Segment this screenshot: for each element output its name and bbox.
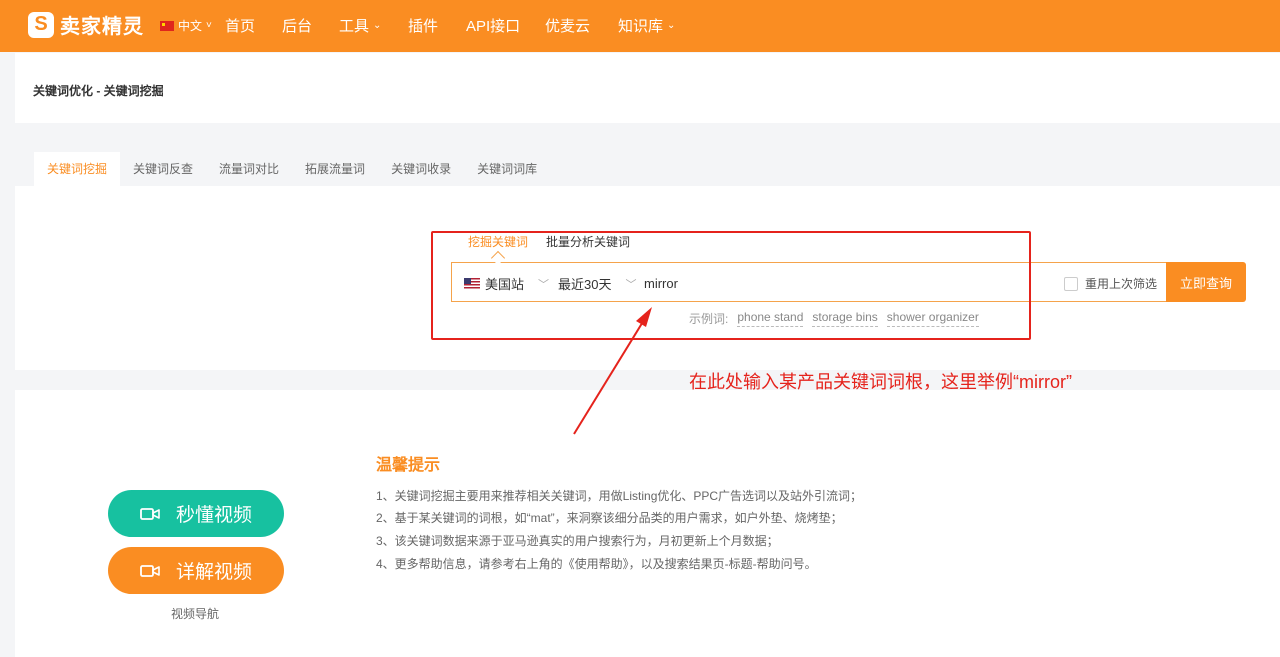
nav-home[interactable]: 首页: [225, 15, 255, 36]
logo-icon: S: [28, 11, 54, 38]
reuse-filter-checkbox[interactable]: 重用上次筛选: [1064, 275, 1157, 292]
quick-video-button[interactable]: 秒懂视频: [108, 490, 284, 537]
nav-plugins[interactable]: 插件: [408, 15, 438, 36]
tab-keyword-reverse[interactable]: 关键词反查: [120, 152, 206, 186]
tip-item: 4、更多帮助信息，请参考右上角的《使用帮助》，以及搜索结果页-标题-帮助问号。: [376, 557, 817, 571]
reuse-filter-label: 重用上次筛选: [1085, 277, 1158, 291]
nav-tools[interactable]: 工具 ⌄: [339, 15, 381, 36]
tool-tabs: 关键词挖掘 关键词反查 流量词对比 拓展流量词 关键词收录 关键词词库: [34, 152, 550, 186]
video-nav-label: 视频导航: [171, 607, 220, 621]
chevron-down-icon: ˅: [206, 20, 212, 31]
chevron-down-icon: ⌄: [667, 20, 676, 31]
language-label: 中文: [178, 19, 203, 33]
logo-text: 卖家精灵: [60, 16, 144, 38]
tip-item: 2、基于某关键词的词根，如“mat”，来洞察该细分品类的用户需求，如户外垫、烧烤…: [376, 511, 843, 525]
checkbox-icon: [1064, 276, 1078, 291]
tips-title: 温馨提示: [376, 457, 441, 474]
query-button[interactable]: 立即查询: [1166, 262, 1246, 302]
tab-keyword-library[interactable]: 关键词词库: [464, 152, 550, 186]
nav-api[interactable]: API接口: [466, 15, 520, 36]
breadcrumb-panel: 关键词优化 - 关键词挖掘: [15, 53, 1280, 123]
tip-item: 3、该关键词数据来源于亚马逊真实的用户搜索行为，月初更新上个月数据；: [376, 534, 779, 548]
breadcrumb: 关键词优化 - 关键词挖掘: [33, 84, 164, 98]
tab-expand-traffic[interactable]: 拓展流量词: [292, 152, 378, 186]
quick-video-label: 秒懂视频: [175, 505, 252, 526]
nav-backend[interactable]: 后台: [282, 15, 312, 36]
tab-keyword-index[interactable]: 关键词收录: [378, 152, 464, 186]
chevron-down-icon: ⌄: [373, 20, 382, 31]
annotation-text: 在此处输入某产品关键词词根，这里举例“mirror”: [689, 372, 1072, 392]
detail-video-label: 详解视频: [175, 562, 252, 583]
annotation-highlight-box: [431, 231, 1031, 340]
china-flag-icon: [160, 20, 174, 31]
video-camera-icon: [140, 564, 160, 577]
nav-knowledge-base[interactable]: 知识库 ⌄: [618, 15, 675, 36]
detail-video-button[interactable]: 详解视频: [108, 547, 284, 594]
logo[interactable]: S 卖家精灵: [28, 10, 144, 39]
top-navbar: S 卖家精灵 中文 ˅ 首页 后台 工具 ⌄ 插件 API接口 优麦云 知识库 ⌄: [0, 0, 1280, 52]
tab-traffic-compare[interactable]: 流量词对比: [206, 152, 292, 186]
nav-youmaiyun[interactable]: 优麦云: [545, 15, 590, 36]
tab-keyword-mining[interactable]: 关键词挖掘: [34, 152, 121, 186]
video-camera-icon: [140, 507, 160, 520]
language-switcher[interactable]: 中文 ˅: [160, 17, 212, 34]
tip-item: 1、关键词挖掘主要用来推荐相关关键词，用做Listing优化、PPC广告选词以及…: [376, 489, 863, 503]
